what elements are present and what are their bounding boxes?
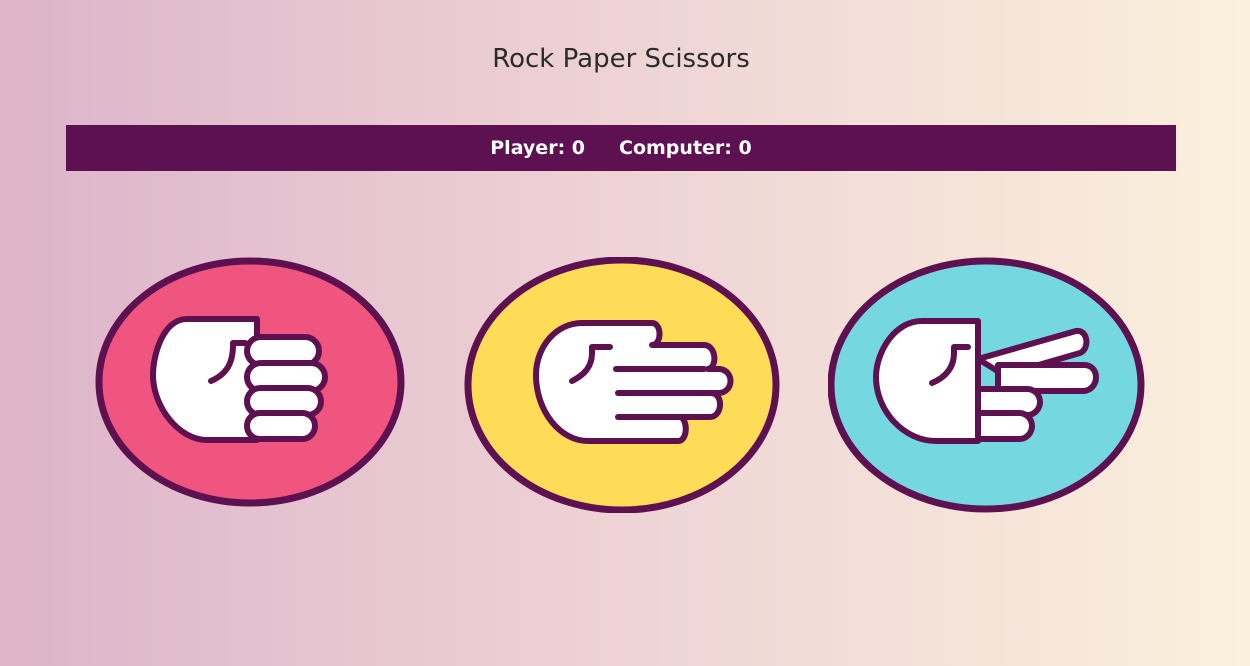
rock-button[interactable] — [95, 257, 405, 507]
open-hand-icon — [464, 257, 780, 513]
player-score-label: Player: — [490, 137, 572, 159]
player-score-value: 0 — [571, 137, 586, 159]
paper-button[interactable] — [464, 257, 780, 513]
player-score: Player: 0 — [490, 137, 585, 159]
page-title: Rock Paper Scissors — [492, 44, 750, 74]
scissors-button[interactable] — [828, 257, 1146, 513]
computer-score: Computer: 0 — [619, 137, 752, 159]
computer-score-value: 0 — [738, 137, 752, 159]
scissors-hand-icon — [828, 257, 1145, 513]
scoreboard: Player: 0 Computer: 0 — [66, 125, 1176, 171]
computer-score-label: Computer: — [619, 137, 739, 159]
fist-icon — [95, 257, 405, 507]
